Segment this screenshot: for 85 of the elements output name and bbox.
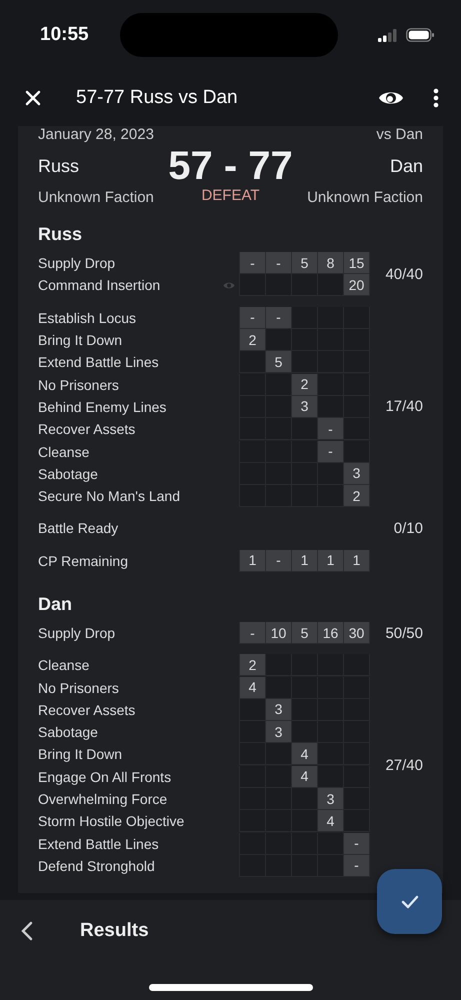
objective-label: Battle Ready	[38, 520, 120, 536]
score-cell: 2	[344, 485, 370, 508]
battery-icon	[406, 28, 435, 42]
score-cell: 4	[292, 766, 318, 788]
score-cell: 2	[240, 329, 266, 352]
player-name: Dan	[390, 156, 423, 177]
score-cell: 1	[344, 550, 370, 572]
score-cell: 5	[292, 252, 318, 274]
total-score: 17/40	[385, 398, 423, 416]
score-cell: 30	[344, 622, 370, 644]
score-cell: 10	[266, 622, 292, 644]
score-cell: -	[240, 306, 266, 329]
match-date: January 28, 2023	[38, 126, 154, 144]
objective-label: Sabotage	[38, 724, 99, 740]
score-cell: -	[266, 252, 292, 274]
total-score: 0/10	[394, 520, 423, 537]
score-cell: 8	[318, 252, 344, 274]
total-score: 50/50	[385, 624, 423, 642]
clock-time: 10:55	[40, 24, 90, 46]
score-cell: 3	[344, 462, 370, 485]
total-score: 40/40	[385, 266, 423, 283]
more-options-icon[interactable]	[433, 88, 439, 108]
faction-label: Unknown Faction	[38, 189, 155, 206]
objective-label: No Prisoners	[38, 680, 120, 696]
score-cell: -	[266, 550, 292, 572]
score-cell: -	[266, 306, 292, 329]
score-cell: -	[240, 252, 266, 274]
objective-label: Storm Hostile Objective	[38, 813, 186, 830]
objective-label: Extend Battle Lines	[38, 354, 160, 370]
score-cell: 2	[292, 374, 318, 396]
objective-label: Cleanse	[38, 444, 90, 460]
objective-label: Defend Stronghold	[38, 858, 156, 874]
objective-label: Secure No Man's Land	[38, 488, 181, 504]
objective-label: Cleanse	[38, 657, 90, 674]
score-cell: 4	[318, 810, 344, 832]
screen-title: 57-77 Russ vs Dan	[76, 87, 239, 109]
score-cell: -	[344, 832, 370, 855]
objective-label: Extend Battle Lines	[38, 836, 160, 852]
score-cell: 5	[266, 351, 292, 374]
objective-label: No Prisoners	[38, 376, 120, 393]
objective-label: Bring It Down	[38, 332, 124, 348]
back-icon[interactable]	[21, 921, 33, 941]
objective-label: Engage On All Fronts	[38, 768, 172, 785]
score-cell: 4	[292, 743, 318, 766]
score-cell: 16	[318, 622, 344, 644]
eye-icon	[223, 280, 235, 290]
score-cell: 1	[318, 550, 344, 572]
objective-label: Supply Drop	[38, 625, 116, 641]
final-score: 57 - 77	[168, 144, 293, 188]
score-cell: 3	[318, 788, 344, 810]
checkmark-icon	[400, 894, 418, 908]
close-icon[interactable]	[25, 90, 41, 106]
result-label: DEFEAT	[201, 188, 260, 204]
score-cell: 15	[344, 252, 370, 274]
score-cell: 1	[240, 550, 266, 572]
player-heading: Dan	[38, 594, 74, 615]
score-cell: -	[344, 854, 370, 877]
score-cell: 3	[292, 396, 318, 418]
score-cell: 1	[292, 550, 318, 572]
objective-label: Supply Drop	[38, 255, 116, 272]
score-cell: 2	[240, 654, 266, 676]
score-cell: 20	[344, 274, 370, 296]
objective-label: Recover Assets	[38, 421, 136, 438]
objective-label: Overwhelming Force	[38, 791, 168, 808]
objective-label: Recover Assets	[38, 702, 136, 718]
score-cell: 3	[266, 721, 292, 744]
score-cell: -	[318, 440, 344, 463]
faction-label: Unknown Faction	[307, 189, 423, 206]
objective-label: Establish Locus	[38, 310, 138, 326]
player-name: Russ	[38, 156, 80, 177]
objective-label: CP Remaining	[38, 552, 130, 569]
signal-icon	[378, 28, 398, 42]
player-heading: Russ	[38, 224, 84, 245]
objective-label: Bring It Down	[38, 746, 124, 762]
score-cell: 5	[292, 622, 318, 644]
objective-label: Behind Enemy Lines	[38, 398, 168, 415]
opponent-label: vs Dan	[376, 126, 423, 144]
score-cell: -	[318, 418, 344, 440]
total-score: 27/40	[385, 757, 423, 774]
score-cell: -	[240, 622, 266, 644]
section-title: Results	[80, 920, 149, 942]
score-cell: 4	[240, 676, 266, 699]
score-cell: 3	[266, 698, 292, 721]
objective-label: Command Insertion	[38, 277, 162, 294]
objective-label: Sabotage	[38, 466, 99, 482]
